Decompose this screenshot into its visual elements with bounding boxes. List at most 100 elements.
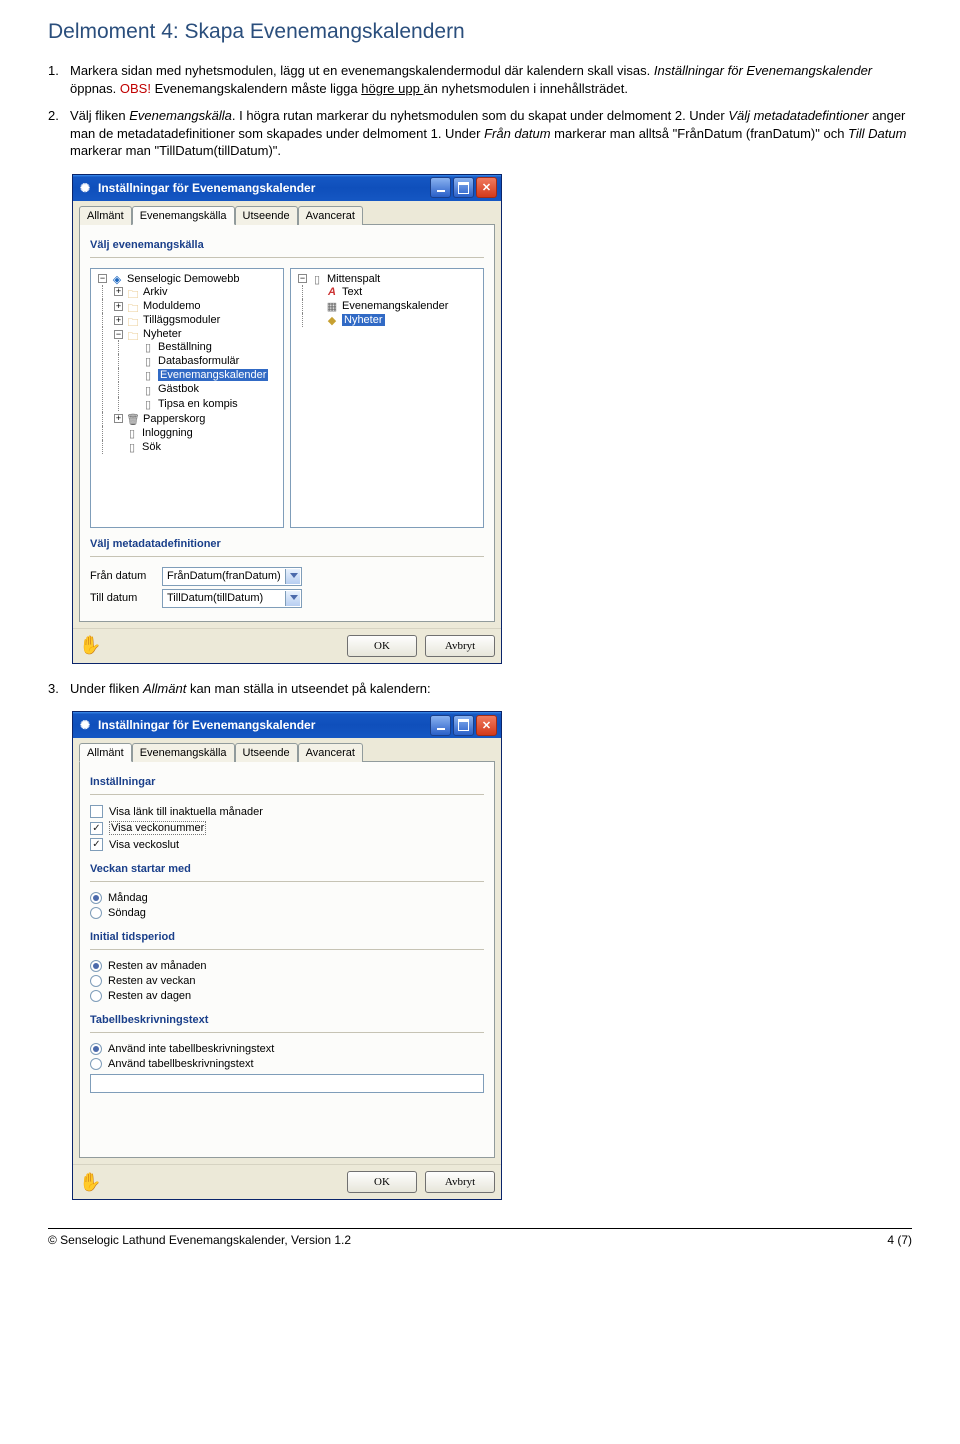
till-date-value: TillDatum(tillDatum) — [167, 592, 263, 604]
tree-node[interactable]: Tipsa en kompis — [158, 398, 238, 410]
page-icon: ▯ — [141, 384, 155, 396]
tree-node[interactable]: Inloggning — [142, 427, 193, 439]
help-hand-icon[interactable]: ✋ — [79, 635, 101, 656]
instruction-list: 1.Markera sidan med nyhetsmodulen, lägg … — [48, 62, 912, 160]
minimize-button[interactable] — [430, 715, 451, 736]
radio-sunday[interactable] — [90, 907, 102, 919]
radio-no-tabletext[interactable] — [90, 1043, 102, 1055]
minimize-button[interactable] — [430, 177, 451, 198]
cancel-button[interactable]: Avbryt — [425, 1171, 495, 1193]
close-button[interactable] — [476, 715, 497, 736]
titlebar[interactable]: ✺ Inställningar för Evenemangskalender — [73, 175, 501, 201]
folder-icon: 🗀 — [126, 314, 140, 326]
tree-node[interactable]: Databasformulär — [158, 355, 239, 367]
separator — [90, 257, 484, 258]
tree-node[interactable]: Text — [342, 286, 362, 298]
page-icon: ▯ — [141, 369, 155, 381]
tree-node[interactable]: Moduldemo — [143, 300, 200, 312]
site-tree-left[interactable]: −◈Senselogic Demowebb +🗀Arkiv +🗀Moduldem… — [90, 268, 284, 528]
radio-use-tabletext[interactable] — [90, 1058, 102, 1070]
footer-page-number: 4 (7) — [887, 1233, 912, 1247]
separator — [90, 794, 484, 795]
radio-rest-month[interactable] — [90, 960, 102, 972]
tree-toggle-icon[interactable]: + — [114, 287, 123, 296]
page-icon: ▯ — [125, 427, 139, 439]
tree-node[interactable]: Senselogic Demowebb — [127, 273, 240, 285]
section-title: Delmoment 4: Skapa Evenemangskalendern — [48, 20, 912, 44]
tabs: Allmänt Evenemangskälla Utseende Avancer… — [79, 742, 495, 762]
step-2-f: markerar man alltså "FrånDatum (franDatu… — [551, 126, 848, 141]
chevron-down-icon — [285, 591, 300, 606]
maximize-button[interactable] — [453, 177, 474, 198]
tab-evenemangskalla[interactable]: Evenemangskälla — [132, 743, 235, 762]
tab-allmant[interactable]: Allmänt — [79, 743, 132, 762]
group-initialperiod: Initial tidsperiod — [90, 931, 484, 943]
checkbox-weeknumber[interactable]: ✓ — [90, 822, 103, 835]
step-2-h: markerar man "TillDatum(tillDatum)". — [70, 143, 281, 158]
text-icon: A — [325, 286, 339, 298]
ok-button[interactable]: OK — [347, 635, 417, 657]
checkbox-weekend[interactable]: ✓ — [90, 838, 103, 851]
from-date-select[interactable]: FrånDatum(franDatum) — [162, 567, 302, 586]
tree-node[interactable]: Papperskorg — [143, 413, 205, 425]
group-weekstart: Veckan startar med — [90, 863, 484, 875]
tab-allmant[interactable]: Allmänt — [79, 206, 132, 225]
group-tabletext: Tabellbeskrivningstext — [90, 1014, 484, 1026]
maximize-button[interactable] — [453, 715, 474, 736]
radio-label: Resten av dagen — [108, 990, 191, 1002]
tree-node[interactable]: Evenemangskalender — [342, 300, 448, 312]
ok-button[interactable]: OK — [347, 1171, 417, 1193]
folder-icon: 🗀 — [126, 286, 140, 298]
site-icon: ◈ — [110, 273, 124, 285]
radio-rest-day[interactable] — [90, 990, 102, 1002]
tab-utseende[interactable]: Utseende — [235, 743, 298, 762]
tree-toggle-icon[interactable]: − — [298, 274, 307, 283]
radio-rest-week[interactable] — [90, 975, 102, 987]
help-hand-icon[interactable]: ✋ — [79, 1172, 101, 1193]
radio-monday[interactable] — [90, 892, 102, 904]
tree-toggle-icon[interactable]: + — [114, 316, 123, 325]
step-2-a: Välj fliken — [70, 108, 129, 123]
tree-node-selected[interactable]: Nyheter — [342, 314, 385, 326]
page-icon: ▯ — [310, 273, 324, 285]
tree-toggle-icon[interactable]: + — [114, 414, 123, 423]
cancel-button[interactable]: Avbryt — [425, 635, 495, 657]
checkbox-label: Visa veckoslut — [109, 839, 179, 851]
from-date-value: FrånDatum(franDatum) — [167, 570, 281, 582]
step-1-text-d: Evenemangskalendern måste ligga — [151, 81, 361, 96]
tree-node[interactable]: Beställning — [158, 341, 212, 353]
radio-label: Resten av veckan — [108, 975, 195, 987]
tree-node-selected[interactable]: Evenemangskalender — [158, 369, 268, 381]
till-date-select[interactable]: TillDatum(tillDatum) — [162, 589, 302, 608]
tree-node[interactable]: Nyheter — [143, 328, 182, 340]
radio-label: Använd tabellbeskrivningstext — [108, 1058, 254, 1070]
checkbox-inactive-months[interactable] — [90, 805, 103, 818]
settings-dialog-source: ✺ Inställningar för Evenemangskalender A… — [72, 174, 502, 664]
module-tree-right[interactable]: −▯Mittenspalt AText ▦Evenemangskalender … — [290, 268, 484, 528]
tab-panel: Inställningar Visa länk till inaktuella … — [79, 762, 495, 1158]
tree-toggle-icon[interactable]: − — [98, 274, 107, 283]
tree-node[interactable]: Sök — [142, 441, 161, 453]
tree-node[interactable]: Mittenspalt — [327, 273, 380, 285]
checkbox-label: Visa länk till inaktuella månader — [109, 806, 263, 818]
page-icon: ▯ — [141, 341, 155, 353]
tree-node[interactable]: Arkiv — [143, 286, 167, 298]
step-2-c-em: Välj metadatadefintioner — [728, 108, 868, 123]
tree-toggle-icon[interactable]: + — [114, 302, 123, 311]
step-2-e-em: Från datum — [484, 126, 550, 141]
group-settings: Inställningar — [90, 776, 484, 788]
step-2-g-em: Till Datum — [848, 126, 906, 141]
obs-label: OBS! — [120, 81, 151, 96]
tree-node[interactable]: Gästbok — [158, 384, 199, 396]
tab-avancerat[interactable]: Avancerat — [298, 743, 363, 762]
close-button[interactable] — [476, 177, 497, 198]
tabletext-input[interactable] — [90, 1074, 484, 1093]
tree-node[interactable]: Tilläggsmoduler — [143, 314, 220, 326]
tab-evenemangskalla[interactable]: Evenemangskälla — [132, 206, 235, 225]
tree-toggle-icon[interactable]: − — [114, 330, 123, 339]
titlebar[interactable]: ✺ Inställningar för Evenemangskalender — [73, 712, 501, 738]
tab-utseende[interactable]: Utseende — [235, 206, 298, 225]
step-1-text-c: öppnas. — [70, 81, 120, 96]
tab-avancerat[interactable]: Avancerat — [298, 206, 363, 225]
footer-copyright: © Senselogic Lathund Evenemangskalender,… — [48, 1233, 351, 1247]
